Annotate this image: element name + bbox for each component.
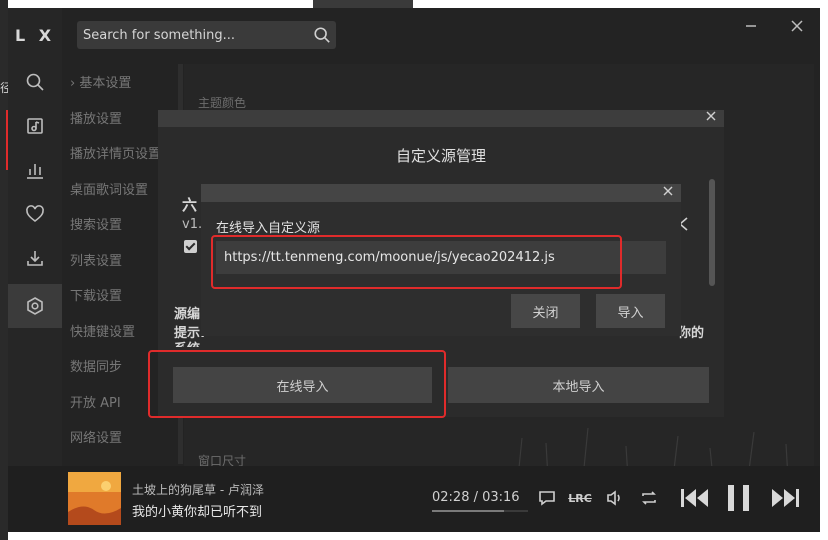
gear-icon	[27, 297, 43, 315]
album-art-image	[68, 472, 121, 525]
nav-favorites[interactable]	[8, 192, 62, 236]
repeat-icon	[642, 491, 656, 505]
search-input[interactable]	[77, 21, 307, 49]
comment-button[interactable]	[536, 487, 558, 509]
dialog-close-text-button[interactable]: 关闭	[511, 294, 580, 328]
source-name-partial: 六	[182, 196, 198, 214]
nav-downloads[interactable]	[8, 236, 62, 280]
volume-icon	[607, 490, 620, 506]
menu-item-playback[interactable]: 播放设置	[70, 108, 122, 127]
nav-rail: L X	[8, 8, 62, 532]
source-version-partial: v1.	[182, 217, 203, 232]
menu-item-network[interactable]: 网络设置	[70, 427, 122, 446]
nav-search[interactable]	[8, 60, 62, 104]
chevron-right-icon: ›	[70, 76, 76, 91]
menu-item-desktop-lyric[interactable]: 桌面歌词设置	[70, 179, 148, 198]
close-icon	[791, 20, 803, 32]
progress-fill	[432, 510, 505, 512]
menu-item-open-api[interactable]: 开放 API	[70, 392, 121, 411]
nav-leaderboard[interactable]	[8, 148, 62, 192]
tip-right-partial: 你的	[678, 326, 705, 341]
search-icon[interactable]	[313, 26, 331, 44]
heart-icon	[26, 205, 44, 223]
menu-item-search[interactable]: 搜索设置	[70, 214, 122, 233]
play-mode-button[interactable]	[638, 487, 660, 509]
pause-icon	[728, 485, 749, 511]
music-list-icon	[27, 118, 43, 134]
close-window-button[interactable]	[787, 16, 807, 36]
minimize-button[interactable]	[741, 16, 761, 36]
volume-button[interactable]	[604, 487, 626, 509]
dialog-label: 在线导入自定义源	[216, 221, 321, 236]
menu-item-hotkey[interactable]: 快捷键设置	[70, 321, 135, 340]
album-cover[interactable]	[68, 472, 121, 525]
modal-scrollbar[interactable]	[709, 179, 715, 286]
close-icon	[663, 186, 673, 196]
player-bar: 土坡上的狗尾草 - 卢润泽 我的小黄你却已听不到 02:28 / 03:16 L…	[8, 466, 820, 532]
modal-header	[158, 110, 724, 127]
song-title-artist[interactable]: 土坡上的狗尾草 - 卢润泽	[132, 481, 264, 498]
menu-item-list[interactable]: 列表设置	[70, 250, 122, 269]
theme-color-label: 主题颜色	[198, 96, 247, 110]
source-enable-checkbox[interactable]	[184, 240, 197, 253]
lrc-icon: LRC	[568, 491, 592, 505]
local-import-button[interactable]: 本地导入	[448, 367, 709, 403]
dialog-import-button[interactable]: 导入	[596, 294, 665, 328]
previous-button[interactable]	[680, 487, 710, 509]
search-icon	[26, 73, 44, 91]
nav-settings[interactable]	[8, 284, 62, 328]
menu-item-play-detail[interactable]: 播放详情页设置	[70, 143, 161, 162]
minimize-icon	[746, 25, 756, 27]
menu-item-basic[interactable]: › 基本设置	[70, 72, 131, 91]
lyric-toggle-button[interactable]: LRC	[568, 487, 592, 509]
menu-item-sync[interactable]: 数据同步	[70, 356, 122, 375]
download-icon	[27, 251, 43, 266]
pause-button[interactable]	[724, 485, 754, 511]
chart-icon	[27, 164, 43, 179]
modal-title: 自定义源管理	[395, 147, 486, 165]
progress-bar[interactable]	[432, 510, 528, 512]
search-box	[77, 21, 336, 49]
comment-icon	[539, 491, 555, 506]
system-partial: 系统	[174, 338, 200, 347]
nav-music-list[interactable]	[8, 104, 62, 148]
online-import-highlight-box	[148, 350, 446, 418]
dialog-header	[201, 184, 681, 202]
next-icon	[772, 489, 799, 507]
close-icon	[706, 111, 716, 121]
current-lyric: 我的小黄你却已听不到	[132, 505, 263, 520]
previous-icon	[681, 489, 708, 507]
next-button[interactable]	[770, 487, 800, 509]
url-highlight-box	[211, 235, 622, 289]
play-time: 02:28 / 03:16	[432, 490, 520, 505]
dialog-close-button[interactable]	[661, 186, 675, 200]
background-highlight	[0, 110, 8, 170]
source-editor-partial: 源编	[174, 307, 201, 322]
menu-item-download[interactable]: 下载设置	[70, 285, 122, 304]
app-logo: L X	[14, 26, 56, 45]
modal-close-button[interactable]	[704, 111, 718, 125]
